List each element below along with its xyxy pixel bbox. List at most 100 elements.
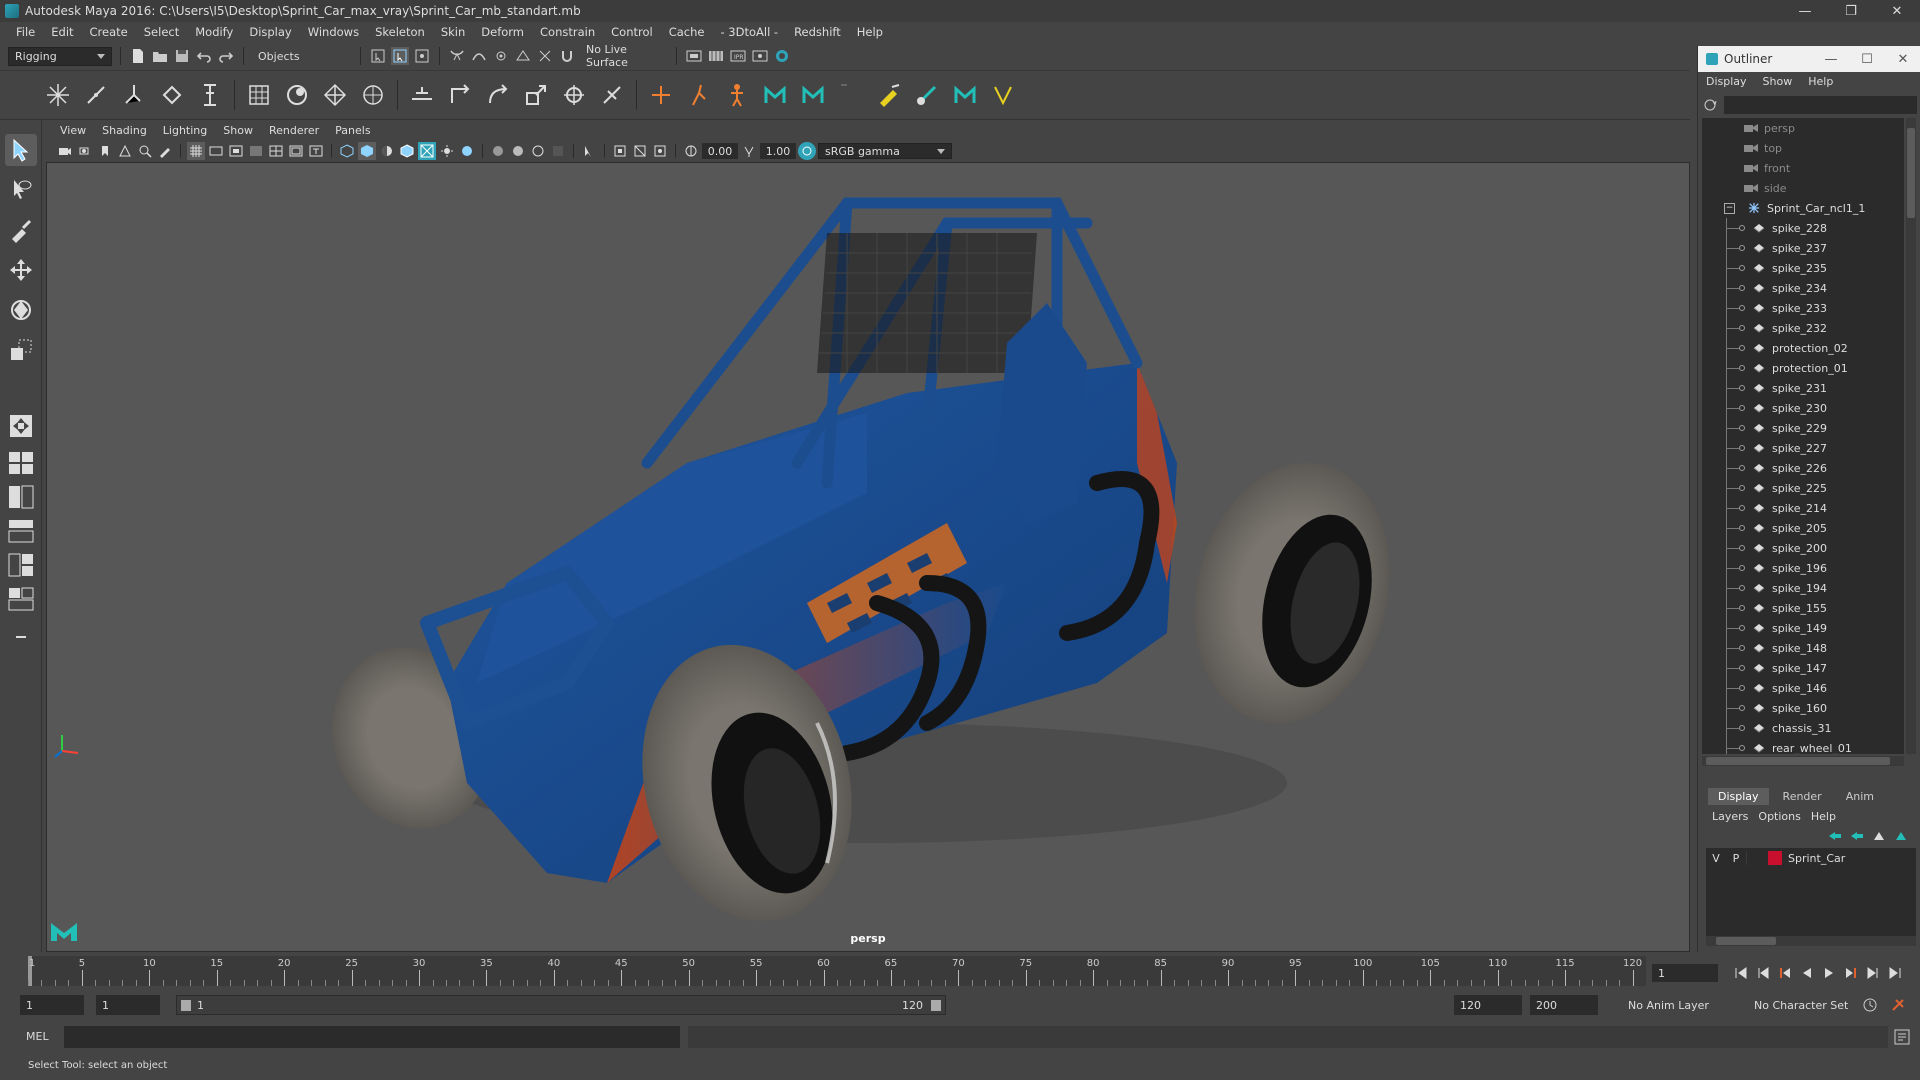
layer-playback-toggle[interactable]: P <box>1726 852 1746 865</box>
layer-menu-options[interactable]: Options <box>1758 807 1810 827</box>
joint-orient-icon[interactable] <box>681 75 717 115</box>
outliner-child-item[interactable]: protection_01 <box>1702 358 1904 378</box>
wireframe-icon[interactable] <box>338 142 356 160</box>
play-forwards-icon[interactable] <box>1820 964 1838 982</box>
gate-mask-icon[interactable] <box>247 142 265 160</box>
go-to-end-icon[interactable] <box>1886 964 1904 982</box>
outliner-child-item[interactable]: spike_196 <box>1702 558 1904 578</box>
layer-visibility-toggle[interactable]: V <box>1706 852 1726 865</box>
isolate-select-icon[interactable] <box>580 142 598 160</box>
x-ray-active-icon[interactable] <box>631 142 649 160</box>
menu-cache[interactable]: Cache <box>661 22 713 42</box>
scrollbar-thumb[interactable] <box>1716 937 1776 945</box>
menu-create[interactable]: Create <box>82 22 136 42</box>
menu-deform[interactable]: Deform <box>473 22 532 42</box>
new-layer-selected-icon[interactable] <box>1893 828 1909 844</box>
auto-key-icon[interactable] <box>1862 997 1880 1015</box>
depth-of-field-icon[interactable] <box>549 142 567 160</box>
menuset-dropdown[interactable]: Rigging <box>8 46 112 66</box>
animation-preferences-icon[interactable] <box>1890 997 1908 1015</box>
new-scene-icon[interactable] <box>129 47 147 65</box>
magnet-icon[interactable] <box>558 47 576 65</box>
hypershade-layout-icon[interactable] <box>7 586 35 612</box>
tab-anim[interactable]: Anim <box>1836 788 1884 805</box>
wireframe-on-shaded-icon[interactable] <box>398 142 416 160</box>
x-ray-joints-icon[interactable] <box>651 142 669 160</box>
orient-constraint-icon[interactable] <box>480 75 516 115</box>
expand-dot-icon[interactable] <box>1739 225 1745 231</box>
outliner-camera-item[interactable]: persp <box>1702 118 1904 138</box>
expand-dot-icon[interactable] <box>1739 465 1745 471</box>
point-constraint-icon[interactable] <box>442 75 478 115</box>
outliner-child-item[interactable]: spike_225 <box>1702 478 1904 498</box>
time-slider-track[interactable]: 1 5 10 15 20 25 30 35 40 45 50 55 60 65 70 75 80 85 90 95 10… <box>28 956 1646 986</box>
maya-tool-c-icon[interactable] <box>947 75 983 115</box>
field-chart-icon[interactable] <box>267 142 285 160</box>
aim-constraint-icon[interactable] <box>556 75 592 115</box>
animation-start-field[interactable]: 1 <box>20 995 84 1015</box>
expand-dot-icon[interactable] <box>1739 645 1745 651</box>
outliner-search-input[interactable] <box>1724 96 1917 114</box>
ik-handle-icon[interactable] <box>78 75 114 115</box>
vp-menu-shading[interactable]: Shading <box>94 122 155 140</box>
menu-display[interactable]: Display <box>241 22 299 42</box>
play-backwards-icon[interactable] <box>1798 964 1816 982</box>
menu-file[interactable]: File <box>8 22 43 42</box>
outliner-child-item[interactable]: spike_231 <box>1702 378 1904 398</box>
layer-horizontal-scrollbar[interactable] <box>1706 936 1916 946</box>
maya-tool-a-icon[interactable] <box>757 75 793 115</box>
expand-dot-icon[interactable] <box>1739 245 1745 251</box>
outliner-close-button[interactable]: ✕ <box>1885 52 1920 67</box>
outliner-camera-item[interactable]: top <box>1702 138 1904 158</box>
expand-dot-icon[interactable] <box>1739 485 1745 491</box>
outliner-maximize-button[interactable]: ☐ <box>1849 52 1885 67</box>
expand-dot-icon[interactable] <box>1739 745 1745 751</box>
sculpt-deformer-icon[interactable] <box>355 75 391 115</box>
parent-constraint-icon[interactable] <box>404 75 440 115</box>
snap-curve-icon[interactable] <box>470 47 488 65</box>
toolbox-more-icon[interactable] <box>15 636 26 638</box>
expand-dot-icon[interactable] <box>1739 365 1745 371</box>
undo-icon[interactable] <box>195 47 213 65</box>
expand-dot-icon[interactable] <box>1739 405 1745 411</box>
scale-tool-icon[interactable] <box>5 334 37 366</box>
expand-dot-icon[interactable] <box>1739 385 1745 391</box>
script-editor-icon[interactable] <box>1893 1028 1911 1046</box>
outliner-menu-display[interactable]: Display <box>1706 72 1755 92</box>
grid-icon[interactable] <box>187 142 205 160</box>
move-tool-icon[interactable] <box>5 254 37 286</box>
step-forward-key-icon[interactable] <box>1864 964 1882 982</box>
exposure-field[interactable]: 0.00 <box>702 143 738 159</box>
new-layer-icon[interactable] <box>1871 828 1887 844</box>
rotate-tool-icon[interactable] <box>5 294 37 326</box>
color-management-icon[interactable] <box>798 142 816 160</box>
camera-icon[interactable] <box>56 142 74 160</box>
outliner-camera-item[interactable]: side <box>1702 178 1904 198</box>
outliner-root-item[interactable]: − Sprint_Car_ncl1_1 <box>1702 198 1904 218</box>
vp-menu-lighting[interactable]: Lighting <box>155 122 215 140</box>
expand-dot-icon[interactable] <box>1739 265 1745 271</box>
close-button[interactable]: ✕ <box>1874 0 1920 22</box>
outliner-child-item[interactable]: chassis_31 <box>1702 718 1904 738</box>
vp-menu-panels[interactable]: Panels <box>327 122 378 140</box>
expand-dot-icon[interactable] <box>1739 565 1745 571</box>
use-all-lights-icon[interactable] <box>438 142 456 160</box>
scale-constraint-icon[interactable] <box>518 75 554 115</box>
outliner-child-item[interactable]: rear_wheel_01 <box>1702 738 1904 754</box>
bookmark-icon[interactable] <box>96 142 114 160</box>
select-hierarchy-icon[interactable] <box>369 47 387 65</box>
blank-shelf-icon[interactable] <box>833 75 869 115</box>
lattice-icon[interactable] <box>241 75 277 115</box>
create-joints-icon[interactable] <box>40 75 76 115</box>
menu-redshift[interactable]: Redshift <box>786 22 849 42</box>
vp-menu-show[interactable]: Show <box>215 122 261 140</box>
expand-dot-icon[interactable] <box>1739 305 1745 311</box>
expand-dot-icon[interactable] <box>1739 705 1745 711</box>
outliner-child-item[interactable]: spike_230 <box>1702 398 1904 418</box>
grease-pencil-icon[interactable] <box>156 142 174 160</box>
image-plane-icon[interactable] <box>116 142 134 160</box>
resolution-gate-icon[interactable] <box>227 142 245 160</box>
range-start-handle[interactable] <box>181 1000 191 1011</box>
view-transform-dropdown[interactable]: sRGB gamma <box>818 143 952 159</box>
outliner-horizontal-scrollbar[interactable] <box>1702 756 1904 766</box>
